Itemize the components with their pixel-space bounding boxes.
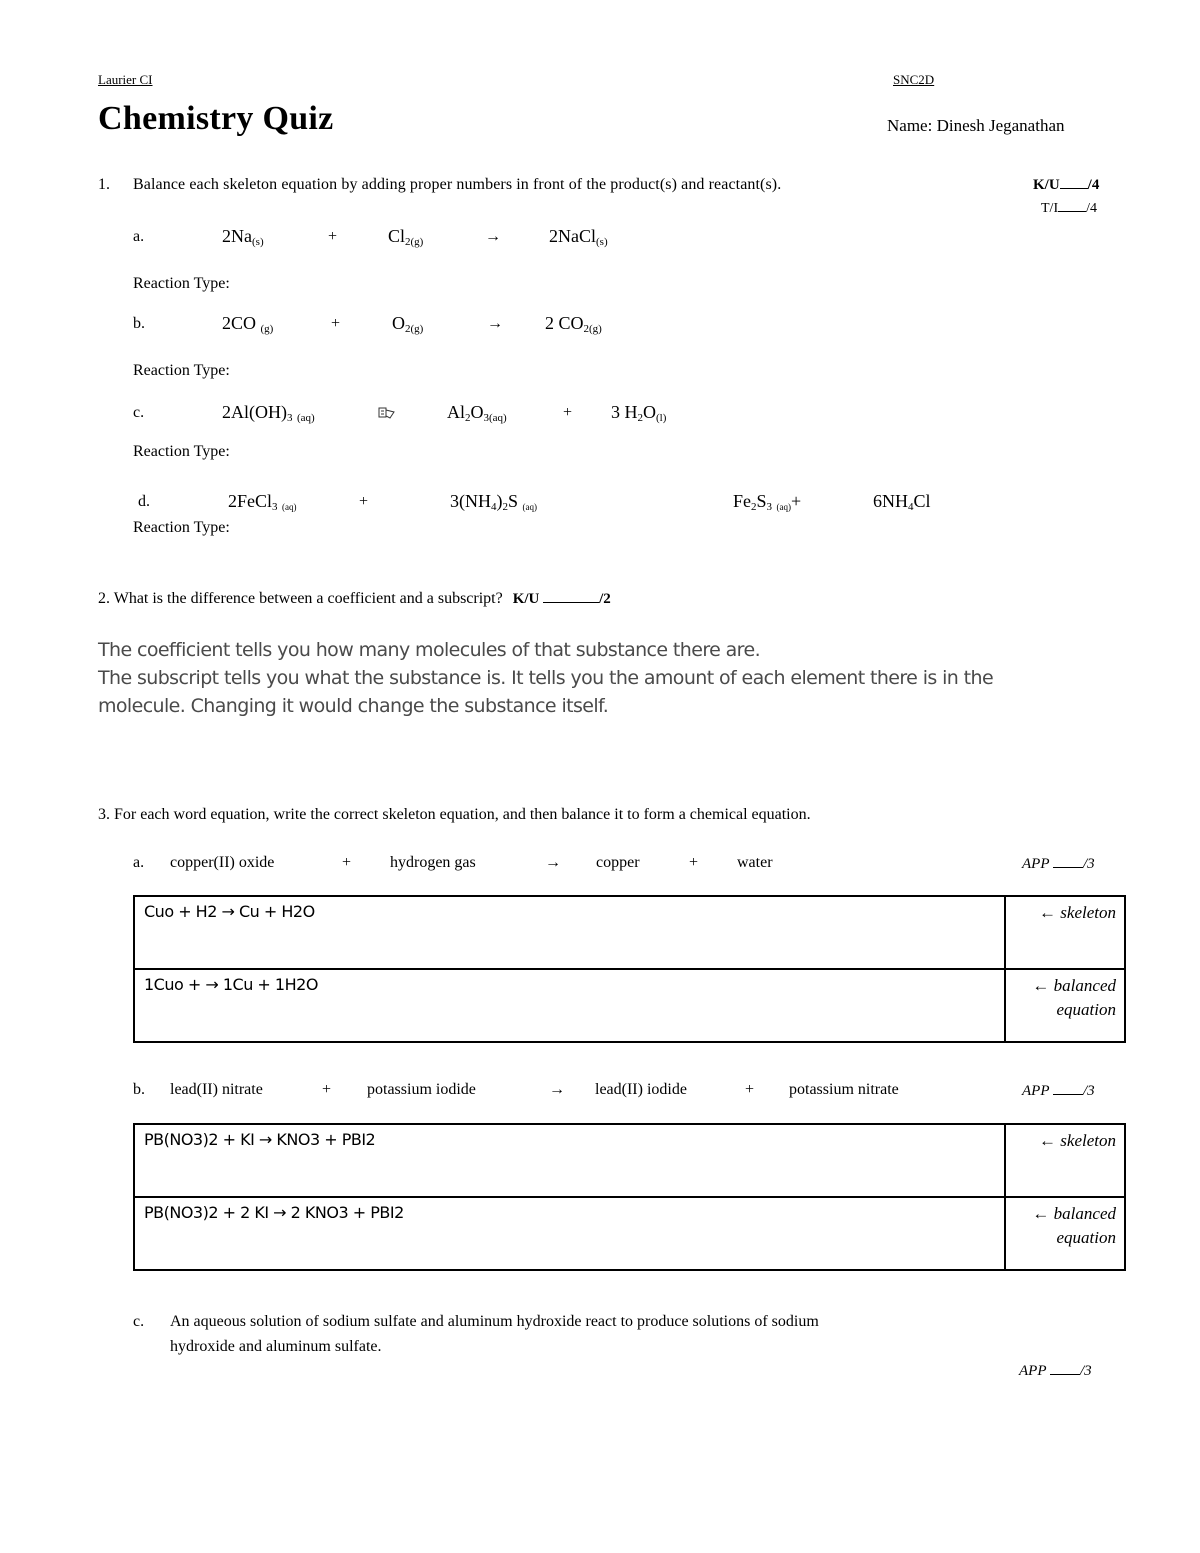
item-letter: b. <box>133 1081 145 1098</box>
product-1: Fe2S3 (aq)+ <box>733 491 802 513</box>
q1-mark-ti: T/I/4 <box>1041 201 1097 217</box>
q3b-mark: APP /3 <box>1022 1083 1095 1099</box>
mark-total: /4 <box>1087 177 1100 193</box>
product-1: 2 CO2(g) <box>545 313 602 335</box>
plus-sign: + <box>745 1081 755 1098</box>
reactant-1: 2FeCl3 (aq) <box>228 491 297 513</box>
item-text: hydroxide and aluminum sulfate. <box>170 1338 382 1355</box>
item-letter: c. <box>133 1313 145 1330</box>
word-term: copper(II) oxide <box>170 854 275 871</box>
q3-prompt: 3. For each word equation, write the cor… <box>98 806 811 823</box>
skeleton-label: ← skeleton <box>1004 1123 1126 1198</box>
item-text: An aqueous solution of sodium sulfate an… <box>170 1313 819 1330</box>
plus-sign: + <box>563 404 573 421</box>
q3b-equation-table: PB(NO3)2 + KI → KNO3 + PBI2 ← skeleton P… <box>133 1123 1126 1271</box>
word-term: lead(II) nitrate <box>170 1081 263 1098</box>
table-row: 1Cuo + → 1Cu + 1H2O ← balanced equation <box>133 968 1126 1043</box>
q2-answer[interactable]: The coefficient tells you how many molec… <box>98 636 1058 720</box>
plus-sign: + <box>359 493 369 510</box>
reaction-arrow: → <box>487 315 503 332</box>
item-letter: a. <box>133 854 145 871</box>
item-letter: d. <box>138 493 150 510</box>
balanced-input[interactable]: PB(NO3)2 + 2 KI → 2 KNO3 + PBI2 <box>133 1196 1006 1271</box>
reaction-type-label: Reaction Type: <box>133 362 230 379</box>
word-term: hydrogen gas <box>390 854 476 871</box>
plus-sign: + <box>328 228 338 245</box>
reaction-type-label: Reaction Type: <box>133 275 230 292</box>
mark-blank[interactable] <box>1049 1374 1080 1375</box>
mark-blank[interactable] <box>543 602 600 603</box>
reaction-arrow: → <box>485 228 501 245</box>
answer-line: The coefficient tells you how many molec… <box>98 639 761 661</box>
q1-prompt: Balance each skeleton equation by adding… <box>133 176 782 193</box>
mark-label: K/U <box>1033 177 1060 193</box>
balanced-input[interactable]: 1Cuo + → 1Cu + 1H2O <box>133 968 1006 1043</box>
q1-number: 1. <box>98 176 110 193</box>
table-row: PB(NO3)2 + 2 KI → 2 KNO3 + PBI2 ← balanc… <box>133 1196 1126 1271</box>
q3a-equation-table: Cuo + H2 → Cu + H2O ← skeleton 1Cuo + → … <box>133 895 1126 1043</box>
student-name: Name: Dinesh Jeganathan <box>887 116 1065 135</box>
item-letter: a. <box>133 228 145 245</box>
balanced-label: ← balanced equation <box>1004 968 1126 1043</box>
reactant-1: 2Al(OH)3 (aq) <box>222 402 315 424</box>
word-term: lead(II) iodide <box>595 1081 687 1098</box>
reaction-arrow: → <box>549 1081 565 1098</box>
mark-label: T/I <box>1041 201 1059 216</box>
mark-blank[interactable] <box>1058 211 1087 212</box>
reactant-2: Cl2(g) <box>388 226 424 248</box>
product-2: 3 H2O(l) <box>611 402 667 424</box>
skeleton-input[interactable]: PB(NO3)2 + KI → KNO3 + PBI2 <box>133 1123 1006 1198</box>
missing-glyph-icon <box>378 405 396 424</box>
item-letter: c. <box>133 404 145 421</box>
skeleton-label: ← skeleton <box>1004 895 1126 970</box>
product-2: 6NH4Cl <box>873 491 931 513</box>
mark-blank[interactable] <box>1052 867 1083 868</box>
product-1: Al2O3(aq) <box>447 402 507 424</box>
q3a-mark: APP /3 <box>1022 856 1095 872</box>
skeleton-input[interactable]: Cuo + H2 → Cu + H2O <box>133 895 1006 970</box>
plus-sign: + <box>342 854 352 871</box>
reaction-arrow: → <box>545 854 561 871</box>
reactant-2: 3(NH4)2S (aq) <box>450 491 538 513</box>
balanced-label: ← balanced equation <box>1004 1196 1126 1271</box>
q1-mark-ku: K/U/4 <box>1033 177 1099 194</box>
word-term: potassium iodide <box>367 1081 476 1098</box>
reactant-1: 2Na(s) <box>222 226 264 248</box>
table-row: Cuo + H2 → Cu + H2O ← skeleton <box>133 895 1126 970</box>
school-name: Laurier CI <box>98 72 153 87</box>
course-code: SNC2D <box>893 72 935 87</box>
item-letter: b. <box>133 315 145 332</box>
reactant-1: 2CO (g) <box>222 313 274 335</box>
q2-mark: K/U /2 <box>512 591 611 607</box>
table-row: PB(NO3)2 + KI → KNO3 + PBI2 ← skeleton <box>133 1123 1126 1198</box>
product-1: 2NaCl(s) <box>549 226 608 248</box>
plus-sign: + <box>322 1081 332 1098</box>
word-term: water <box>737 854 773 871</box>
page-title: Chemistry Quiz <box>98 100 334 137</box>
word-term: potassium nitrate <box>789 1081 899 1098</box>
q2-prompt: 2. What is the difference between a coef… <box>98 590 611 607</box>
mark-blank[interactable] <box>1052 1094 1083 1095</box>
plus-sign: + <box>689 854 699 871</box>
q3c-mark: APP /3 <box>1019 1363 1092 1379</box>
plus-sign: + <box>331 315 341 332</box>
reaction-type-label: Reaction Type: <box>133 443 230 460</box>
reaction-type-label: Reaction Type: <box>133 519 230 536</box>
reactant-2: O2(g) <box>392 313 424 335</box>
mark-blank[interactable] <box>1059 188 1088 189</box>
word-term: copper <box>596 854 640 871</box>
mark-total: /4 <box>1086 201 1097 216</box>
answer-line: The subscript tells you what the substan… <box>98 667 994 717</box>
